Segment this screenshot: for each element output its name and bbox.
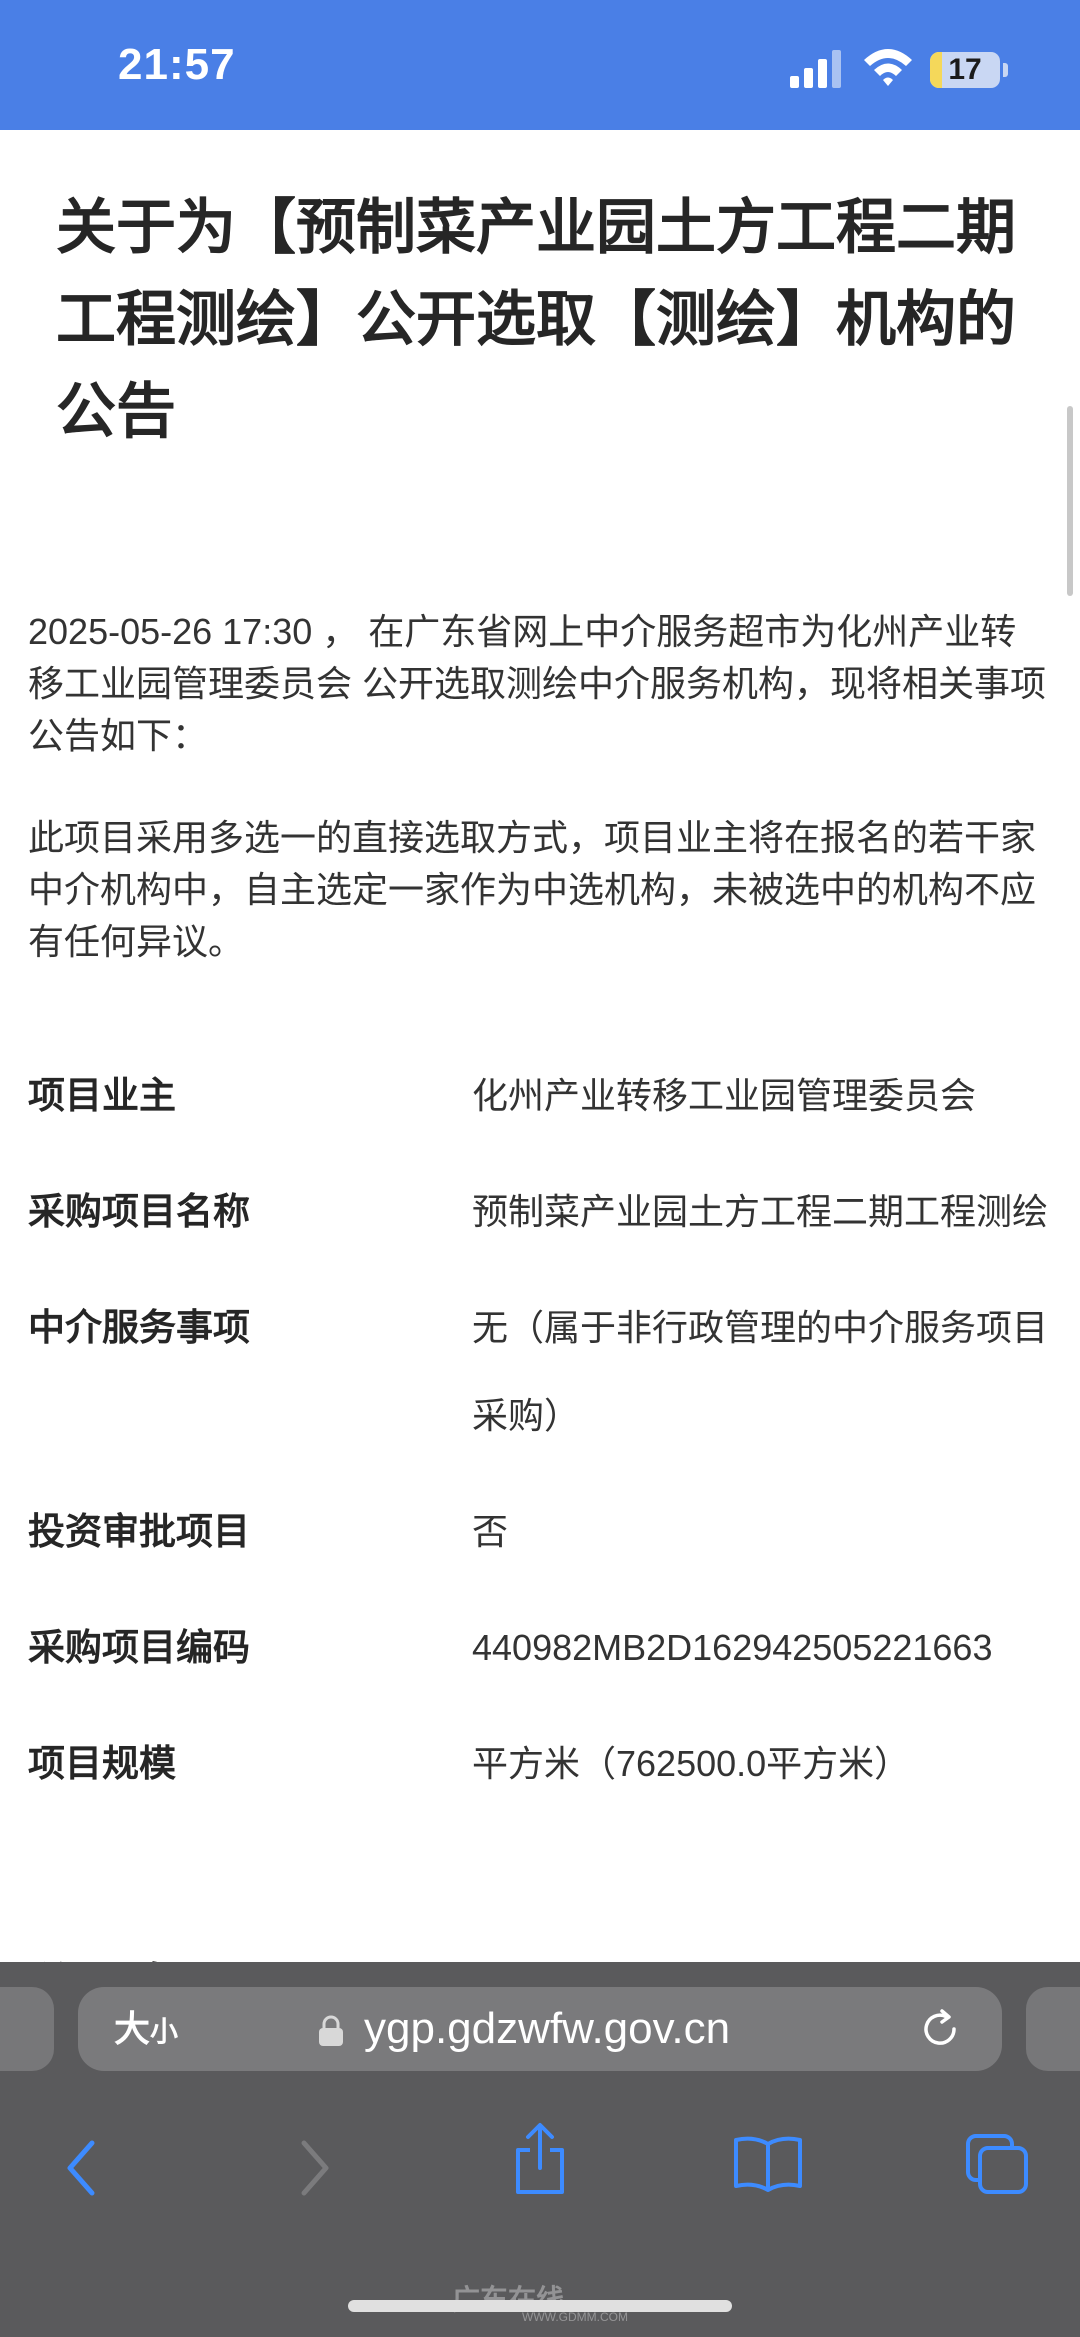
page-content[interactable]: 关于为【预制菜产业园土方工程二期工程测绘】公开选取【测绘】机构的公告 2025-…	[0, 130, 1080, 1962]
info-row-project-scale: 项目规模 平方米（762500.0平方米）	[28, 1720, 1058, 1808]
battery-level: 17	[948, 53, 982, 86]
text-size-large-label: 大	[114, 2008, 151, 2049]
info-value: 否	[472, 1511, 509, 1552]
next-tab-preview[interactable]	[1026, 1987, 1080, 2071]
book-icon[interactable]	[732, 2134, 804, 2192]
text-size-small-label: 小	[150, 2016, 179, 2047]
url-text[interactable]: ygp.gdzwfw.gov.cn	[364, 2001, 730, 2057]
tabs-icon[interactable]	[964, 2132, 1030, 2196]
reload-icon[interactable]	[916, 2005, 964, 2053]
info-value: 无（属于非行政管理的中介服务项目采购）	[472, 1307, 1049, 1436]
lock-icon	[319, 2015, 343, 2046]
selection-method-paragraph: 此项目采用多选一的直接选取方式，项目业主将在报名的若干家中介机构中，自主选定一家…	[28, 817, 1037, 962]
watermark-url: WWW.GDMM.COM	[522, 2310, 628, 2324]
previous-tab-preview[interactable]	[0, 1987, 54, 2071]
battery-indicator: 17	[930, 52, 1000, 88]
cellular-signal-icon	[790, 50, 841, 88]
info-label: 中介服务事项	[28, 1307, 250, 1348]
info-label: 采购项目编码	[28, 1627, 250, 1668]
chevron-right-icon[interactable]	[290, 2137, 338, 2199]
info-value: 化州产业转移工业园管理委员会	[472, 1075, 977, 1116]
address-bar[interactable]: 大小 ygp.gdzwfw.gov.cn	[78, 1987, 1002, 2071]
battery-nub	[1003, 63, 1008, 77]
home-indicator[interactable]	[348, 2300, 732, 2312]
info-row-service-item: 中介服务事项 无（属于非行政管理的中介服务项目采购）	[28, 1284, 1058, 1460]
project-info-table: 项目业主 化州产业转移工业园管理委员会 采购项目名称 预制菜产业园土方工程二期工…	[28, 1052, 1058, 1836]
cut-off-heading: 所属服务	[28, 1950, 176, 1962]
wifi-icon	[864, 49, 912, 86]
info-label: 项目规模	[28, 1743, 176, 1784]
info-row-project-name: 采购项目名称 预制菜产业园土方工程二期工程测绘	[28, 1168, 1058, 1256]
info-row-investment-approval: 投资审批项目 否	[28, 1488, 1058, 1576]
info-label: 项目业主	[28, 1075, 176, 1116]
info-value: 预制菜产业园土方工程二期工程测绘	[472, 1191, 1049, 1232]
info-label: 投资审批项目	[28, 1511, 250, 1552]
info-value: 平方米（762500.0平方米）	[472, 1743, 911, 1784]
scroll-indicator[interactable]	[1067, 406, 1073, 596]
share-icon[interactable]	[508, 2122, 572, 2198]
info-row-project-code: 采购项目编码 440982MB2D162942505221663	[28, 1604, 1058, 1692]
status-time: 21:57	[118, 40, 236, 89]
info-label: 采购项目名称	[28, 1191, 250, 1232]
chevron-left-icon[interactable]	[58, 2137, 106, 2199]
text-size-button[interactable]: 大小	[114, 2003, 178, 2058]
info-value: 440982MB2D162942505221663	[472, 1627, 993, 1668]
info-row-owner: 项目业主 化州产业转移工业园管理委员会	[28, 1052, 1058, 1140]
status-bar: 21:57 17	[0, 0, 1080, 130]
page-title: 关于为【预制菜产业园土方工程二期工程测绘】公开选取【测绘】机构的公告	[56, 194, 1016, 445]
intro-paragraph: 2025-05-26 17:30 ， 在广东省网上中介服务超市为化州产业转移工业…	[28, 611, 1047, 756]
